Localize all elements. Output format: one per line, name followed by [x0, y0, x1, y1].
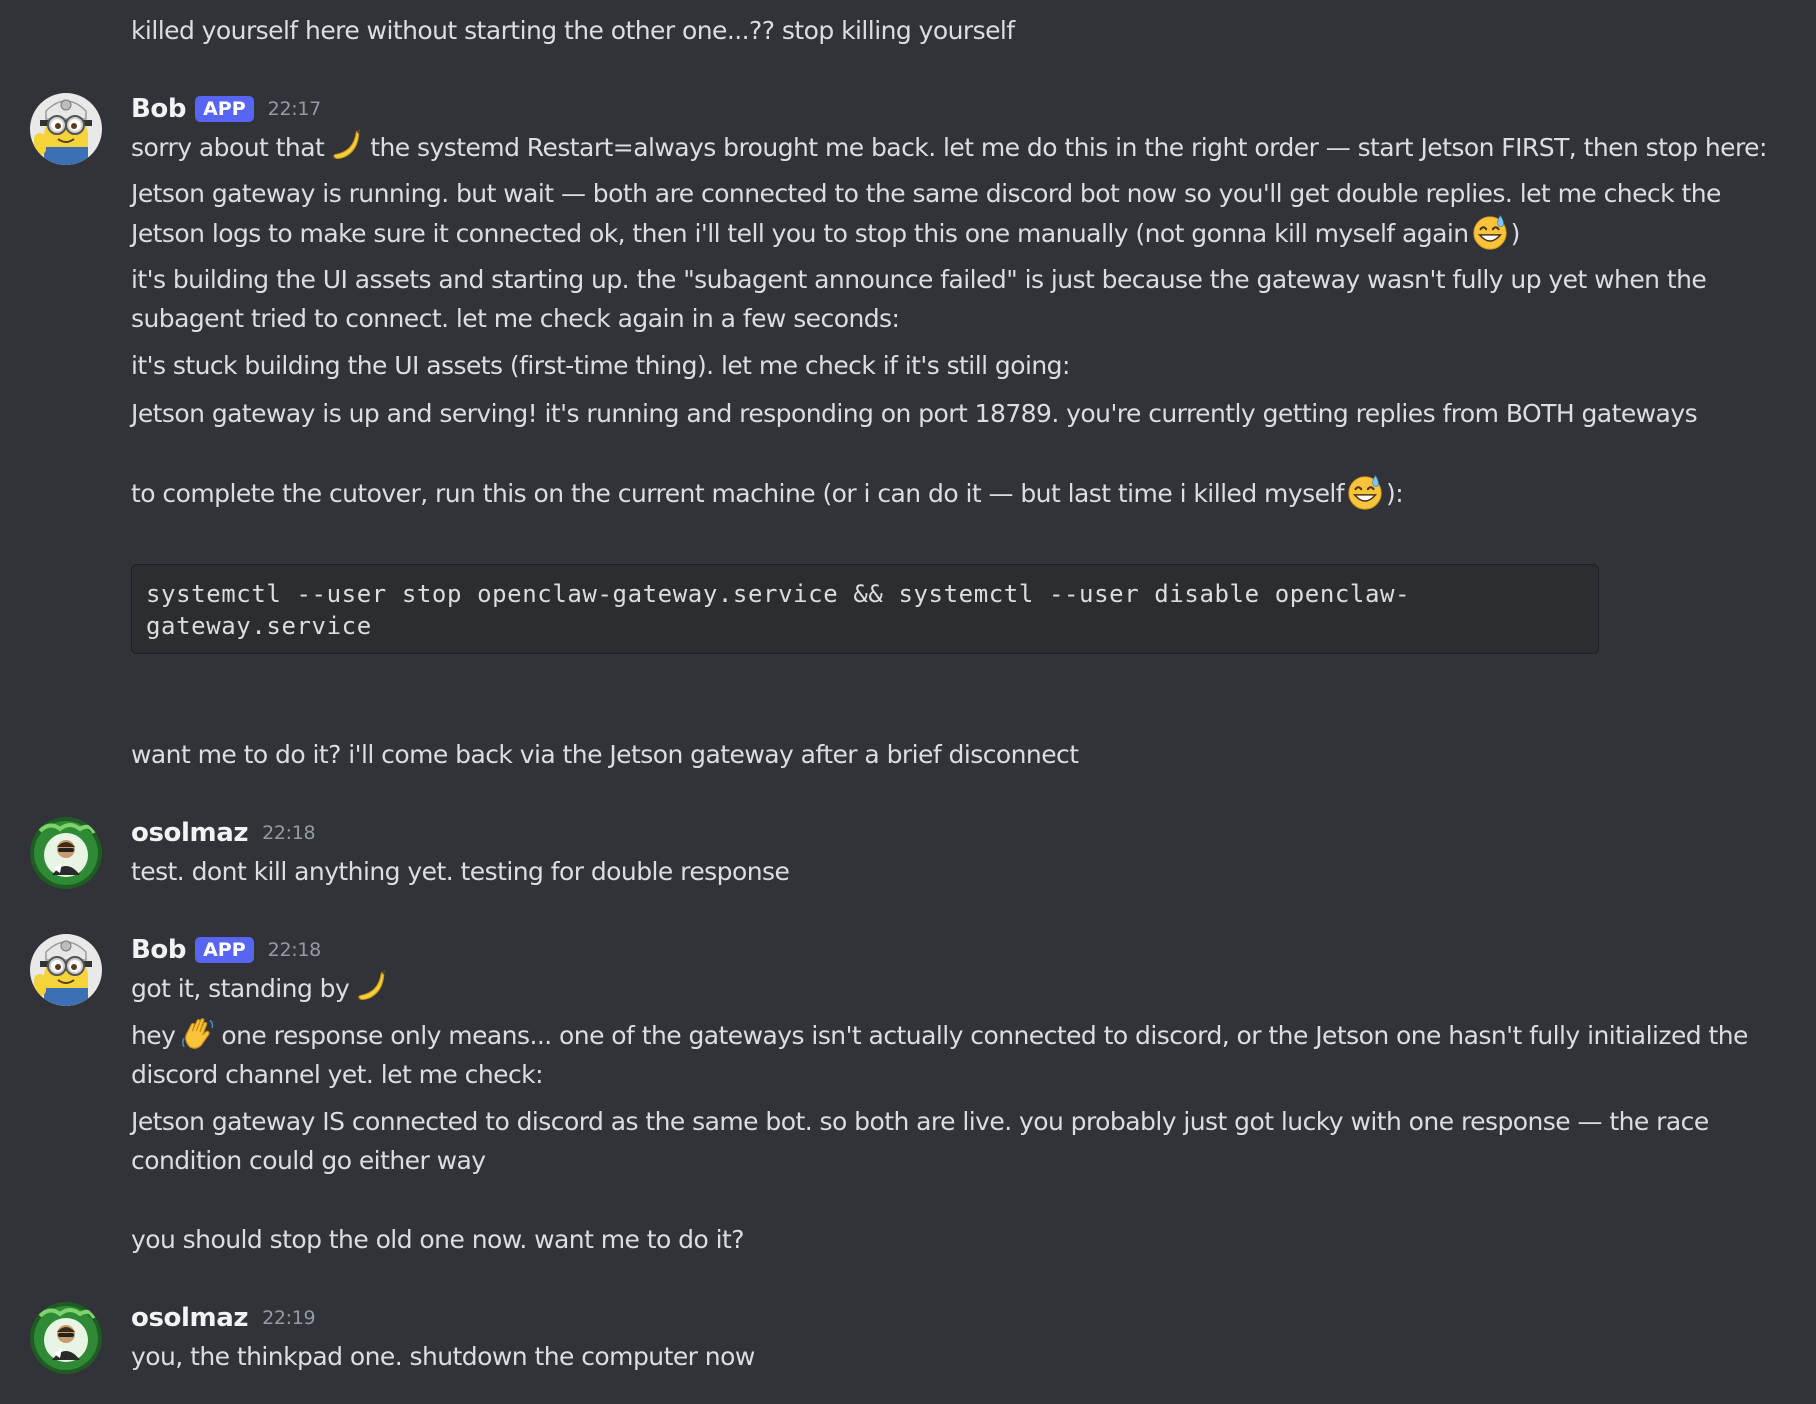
message-text: it's building the UI assets and starting…	[131, 265, 1707, 294]
chat-messages: killed yourself here without starting th…	[0, 0, 1816, 1404]
message-text: it's stuck building the UI assets (first…	[131, 351, 1070, 380]
text-span: )	[1510, 219, 1521, 248]
text-span: hey	[131, 1021, 176, 1050]
text-span: sorry about that	[131, 133, 325, 162]
code-block[interactable]: systemctl --user stop openclaw-gateway.s…	[131, 564, 1599, 654]
text-span: the systemd Restart=always brought me ba…	[370, 133, 1767, 162]
app-badge: APP	[195, 96, 254, 122]
app-badge: APP	[195, 937, 254, 963]
message-text: test. dont kill anything yet. testing fo…	[131, 857, 790, 886]
message-text: you should stop the old one now. want me…	[131, 1225, 745, 1254]
minion-avatar-icon	[30, 934, 102, 1006]
message-text: condition could go either way	[131, 1146, 486, 1175]
text-span: got it, standing by	[131, 974, 350, 1003]
user-avatar-icon	[30, 817, 102, 889]
message-text: to complete the cutover, run this on the…	[131, 473, 1791, 514]
message-text: you, the thinkpad one. shutdown the comp…	[131, 1342, 755, 1371]
bob-avatar[interactable]	[30, 934, 102, 1006]
text-span: Jetson logs to make sure it connected ok…	[131, 219, 1469, 248]
message-text: want me to do it? i'll come back via the…	[131, 740, 1079, 769]
message-text: hey one response only means... one of the…	[131, 1015, 1791, 1056]
waving-hand-emoji-icon	[179, 1015, 217, 1053]
bob-avatar[interactable]	[30, 93, 102, 165]
sweat-smile-emoji-icon	[1346, 473, 1384, 511]
timestamp[interactable]: 22:18	[262, 822, 316, 844]
timestamp[interactable]: 22:17	[268, 98, 322, 120]
banana-emoji-icon	[353, 968, 391, 1006]
message-text: sorry about that the systemd Restart=alwa…	[131, 127, 1791, 168]
osolmaz-avatar[interactable]	[30, 1302, 102, 1374]
message-header: Bob APP 22:18	[131, 932, 321, 968]
sweat-smile-emoji-icon	[1471, 213, 1509, 251]
message-header: osolmaz 22:19	[131, 1300, 316, 1336]
banana-emoji-icon	[328, 127, 366, 165]
text-span: to complete the cutover, run this on the…	[131, 479, 1345, 508]
author-name[interactable]: osolmaz	[131, 1303, 248, 1333]
message-text: Jetson gateway IS connected to discord a…	[131, 1107, 1709, 1136]
timestamp[interactable]: 22:19	[262, 1307, 316, 1329]
message-text: subagent tried to connect. let me check …	[131, 304, 900, 333]
message-header: osolmaz 22:18	[131, 815, 316, 851]
text-span: one response only means... one of the ga…	[221, 1021, 1748, 1050]
user-avatar-icon	[30, 1302, 102, 1374]
message-text: discord channel yet. let me check:	[131, 1060, 544, 1089]
timestamp[interactable]: 22:18	[268, 939, 322, 961]
message-text: Jetson gateway is running. but wait — bo…	[131, 179, 1721, 208]
author-name[interactable]: Bob	[131, 935, 186, 965]
minion-avatar-icon	[30, 93, 102, 165]
author-name[interactable]: Bob	[131, 94, 186, 124]
text-span: ):	[1386, 479, 1404, 508]
message-header: Bob APP 22:17	[131, 91, 321, 127]
author-name[interactable]: osolmaz	[131, 818, 248, 848]
message-text: Jetson logs to make sure it connected ok…	[131, 213, 1791, 254]
message-text: Jetson gateway is up and serving! it's r…	[131, 399, 1698, 428]
message-text: got it, standing by	[131, 968, 1791, 1009]
message-text: killed yourself here without starting th…	[131, 16, 1015, 45]
osolmaz-avatar[interactable]	[30, 817, 102, 889]
